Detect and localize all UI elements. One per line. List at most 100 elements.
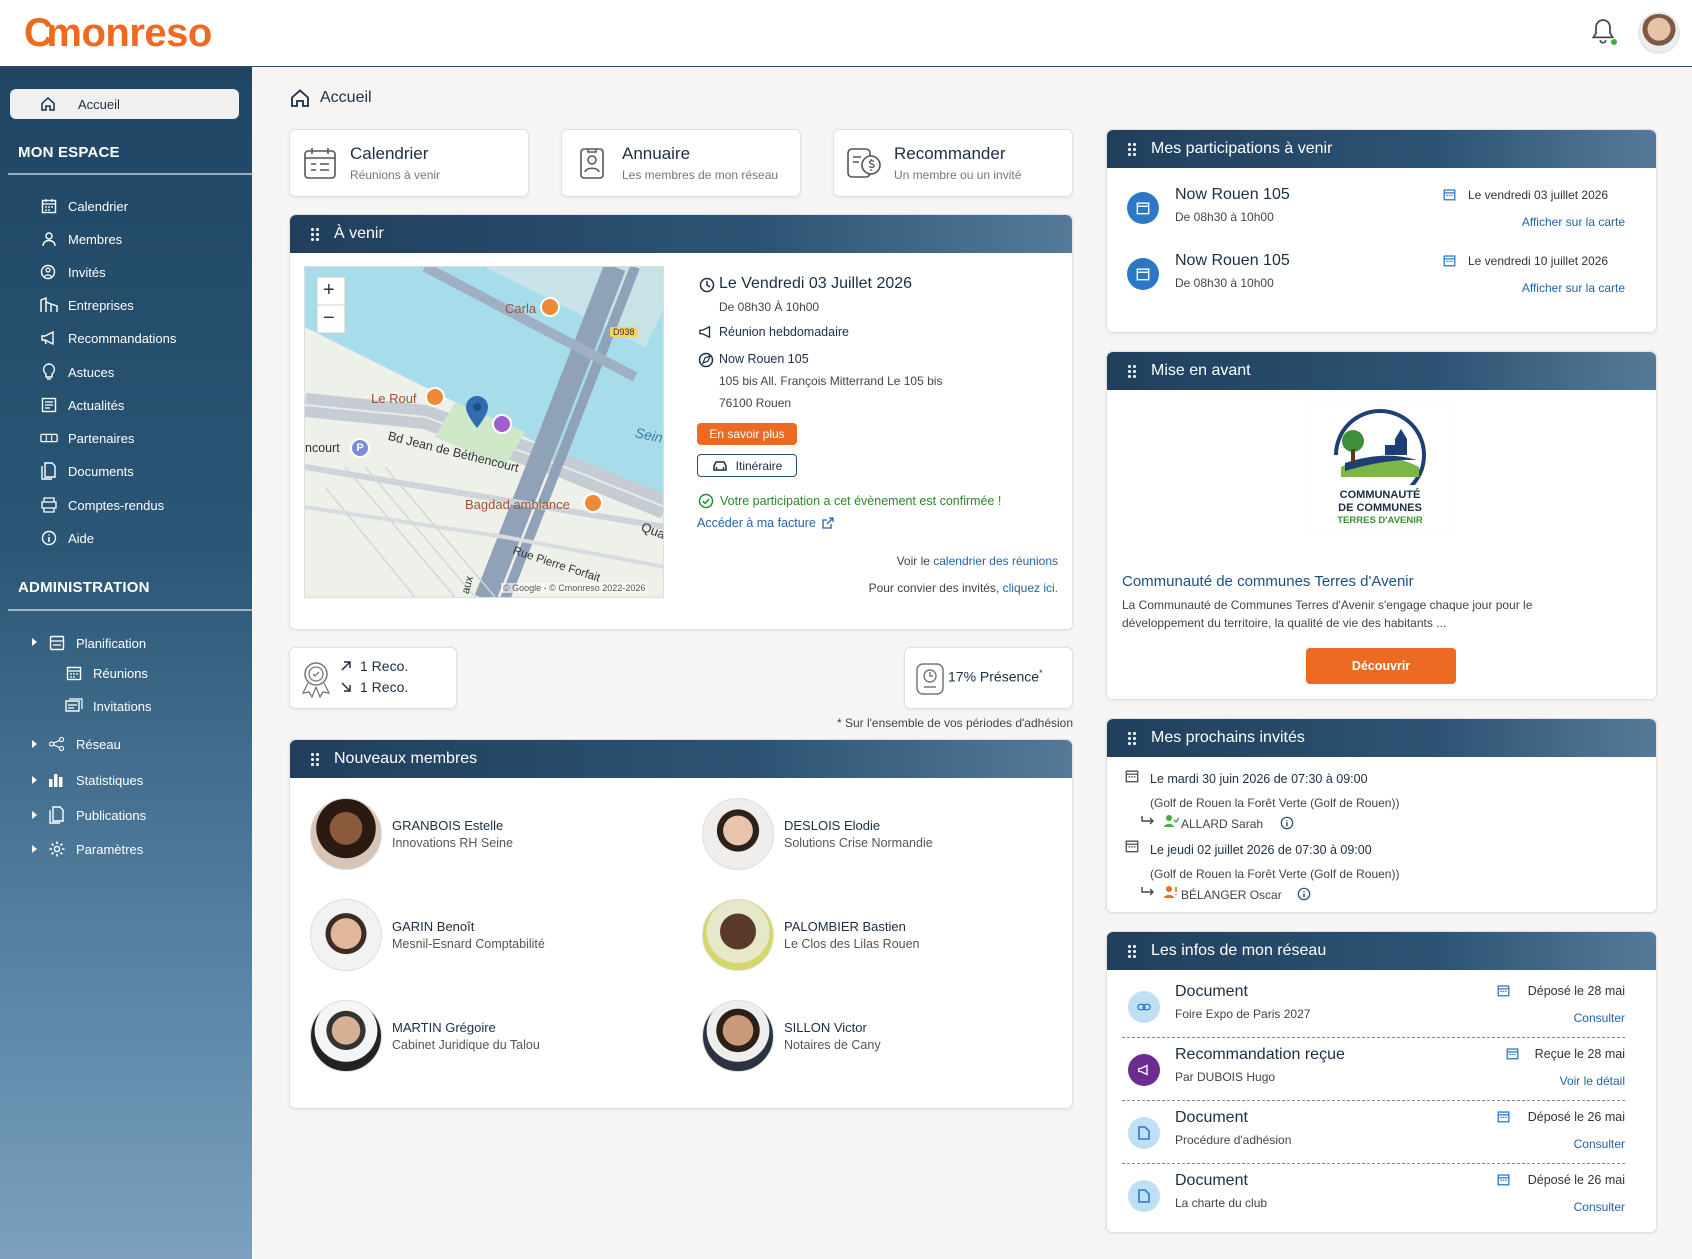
sidebar-item-actualites[interactable]: Actualités	[40, 395, 124, 415]
sidebar-item-label: Invités	[68, 264, 106, 280]
panel-header[interactable]: Mise en avant	[1107, 352, 1656, 390]
member-card[interactable]: PALOMBIER Bastien Le Clos des Lilas Rouen	[702, 899, 920, 971]
invoice-link-label: Accéder à ma facture	[697, 516, 816, 530]
info-icon	[40, 529, 58, 547]
drag-handle-icon[interactable]	[310, 752, 320, 766]
panel-header[interactable]: Mes participations à venir	[1107, 130, 1656, 168]
sidebar-item-entreprises[interactable]: Entreprises	[40, 295, 134, 315]
drag-handle-icon[interactable]	[1127, 142, 1137, 156]
quick-card-calendrier[interactable]: Calendrier Réunions à venir	[289, 129, 529, 197]
guest-when: Le mardi 30 juin 2026 de 07:30 à 09:00	[1150, 772, 1368, 786]
quick-card-recommander[interactable]: Recommander Un membre ou un invité	[833, 129, 1073, 197]
app-logo[interactable]: Cmonreso	[24, 8, 212, 58]
sidebar-item-recommandations[interactable]: Recommandations	[40, 328, 176, 348]
sidebar-item-home[interactable]: Accueil	[10, 89, 239, 119]
participations-panel: Mes participations à venir	[1106, 129, 1657, 333]
expand-caret-icon[interactable]	[32, 638, 37, 646]
member-avatar	[310, 798, 382, 870]
member-card[interactable]: GARIN Benoît Mesnil-Esnard Comptabilité	[310, 899, 545, 971]
drag-handle-icon[interactable]	[310, 227, 320, 241]
meetings-calendar-link[interactable]: calendrier des réunions	[933, 554, 1058, 568]
invoice-link[interactable]: Accéder à ma facture	[697, 516, 834, 530]
guest-name[interactable]: BÉLANGER Oscar	[1181, 888, 1282, 902]
sidebar-item-calendrier[interactable]: Calendrier	[40, 196, 128, 216]
drag-handle-icon[interactable]	[1127, 364, 1137, 378]
featured-logo[interactable]: COMMUNAUTÉ DE COMMUNES TERRES D'AVENIR	[1305, 405, 1455, 535]
panel-header[interactable]: À venir	[290, 215, 1072, 253]
map-poi-restaurant-icon[interactable]	[425, 387, 445, 407]
sidebar-item-reseau[interactable]: Réseau	[48, 734, 121, 754]
panel-header[interactable]: Nouveaux membres	[290, 740, 1072, 778]
quick-card-title: Recommander	[894, 144, 1006, 163]
sidebar-item-comptes-rendus[interactable]: Comptes-rendus	[40, 495, 164, 515]
sidebar-item-invites[interactable]: Invités	[40, 262, 106, 282]
expand-caret-icon[interactable]	[32, 811, 37, 819]
guest-status-icon	[1163, 814, 1179, 828]
guest-status-icon	[1163, 885, 1179, 899]
event-date: Le Vendredi 03 Juillet 2026	[719, 275, 913, 292]
map-poi-restaurant-icon[interactable]	[540, 297, 560, 317]
notifications-bell-icon[interactable]	[1590, 18, 1620, 48]
guest-name[interactable]: ALLARD Sarah	[1181, 817, 1263, 831]
show-on-map-link[interactable]: Afficher sur la carte	[1440, 281, 1625, 295]
user-avatar[interactable]	[1638, 12, 1680, 54]
invite-link[interactable]: cliquez ici.	[1003, 581, 1058, 595]
map-label: Carla	[505, 301, 537, 316]
learn-more-button[interactable]: En savoir plus	[697, 423, 797, 445]
calendar-icon	[65, 664, 83, 682]
sidebar-item-label: Entreprises	[68, 297, 134, 313]
map-poi-shop-icon[interactable]	[492, 414, 512, 434]
sidebar-item-planification[interactable]: Planification	[48, 633, 146, 653]
sidebar-item-parametres[interactable]: Paramètres	[48, 839, 143, 859]
map-zoom-out-button[interactable]: −	[323, 307, 335, 330]
member-card[interactable]: MARTIN Grégoire Cabinet Juridique du Talo…	[310, 1000, 540, 1072]
network-item-link[interactable]: Voir le détail	[1480, 1074, 1625, 1088]
member-card[interactable]: GRANBOIS Estelle Innovations RH Seine	[310, 798, 513, 870]
map-poi-restaurant-icon[interactable]	[583, 493, 603, 513]
sidebar-item-astuces[interactable]: Astuces	[40, 362, 114, 382]
reco-stats-card[interactable]: 1 Reco. 1 Reco.	[289, 647, 457, 709]
expand-caret-icon[interactable]	[32, 740, 37, 748]
sidebar-item-documents[interactable]: Documents	[40, 461, 134, 481]
info-icon[interactable]	[1280, 816, 1294, 830]
sidebar-item-label: Documents	[68, 463, 134, 479]
panel-header[interactable]: Les infos de mon réseau	[1107, 932, 1656, 970]
expand-caret-icon[interactable]	[32, 776, 37, 784]
section-title-administration: ADMINISTRATION	[18, 579, 150, 596]
sidebar-item-membres[interactable]: Membres	[40, 229, 122, 249]
network-item-link[interactable]: Consulter	[1480, 1200, 1625, 1214]
expand-caret-icon[interactable]	[32, 845, 37, 853]
sidebar-item-statistiques[interactable]: Statistiques	[48, 770, 143, 790]
documents-icon	[40, 462, 58, 480]
map-zoom-in-button[interactable]: +	[323, 279, 335, 302]
drag-handle-icon[interactable]	[1127, 731, 1137, 745]
sidebar-item-aide[interactable]: Aide	[40, 528, 94, 548]
member-card[interactable]: DESLOIS Elodie Solutions Crise Normandie	[702, 798, 933, 870]
featured-logo-text: TERRES D'AVENIR	[1337, 515, 1423, 526]
featured-name[interactable]: Communauté de communes Terres d'Avenir	[1122, 573, 1414, 590]
info-icon[interactable]	[1297, 887, 1311, 901]
map-poi-parking-icon[interactable]: P	[350, 438, 370, 458]
discover-button[interactable]: Découvrir	[1306, 648, 1456, 684]
member-company: Solutions Crise Normandie	[784, 836, 933, 850]
network-item-link[interactable]: Consulter	[1480, 1137, 1625, 1151]
member-card[interactable]: SILLON Victor Notaires de Cany	[702, 1000, 881, 1072]
calendar-icon	[1443, 254, 1456, 267]
event-map[interactable]: + − Carla Le Rouf Bd Jean de Béthencourt…	[304, 266, 664, 598]
sidebar-item-partenaires[interactable]: Partenaires	[40, 428, 134, 448]
drag-handle-icon[interactable]	[1127, 944, 1137, 958]
show-on-map-link[interactable]: Afficher sur la carte	[1440, 215, 1625, 229]
sidebar-item-invitations[interactable]: Invitations	[65, 696, 152, 716]
itinerary-button[interactable]: Itinéraire	[697, 454, 797, 477]
member-name: GARIN Benoît	[392, 919, 475, 934]
sidebar-item-publications[interactable]: Publications	[48, 805, 146, 825]
quick-card-annuaire[interactable]: Annuaire Les membres de mon réseau	[561, 129, 801, 197]
presence-stats-card[interactable]: 17% Présence*	[904, 647, 1073, 709]
map-location-pin-icon[interactable]	[465, 395, 489, 429]
sidebar-item-reunions[interactable]: Réunions	[65, 663, 148, 683]
breadcrumb[interactable]: Accueil	[290, 88, 372, 108]
panel-header[interactable]: Mes prochains invités	[1107, 719, 1656, 757]
megaphone-icon	[698, 325, 714, 339]
calendar-icon	[1497, 1173, 1510, 1186]
network-item-link[interactable]: Consulter	[1480, 1011, 1625, 1025]
